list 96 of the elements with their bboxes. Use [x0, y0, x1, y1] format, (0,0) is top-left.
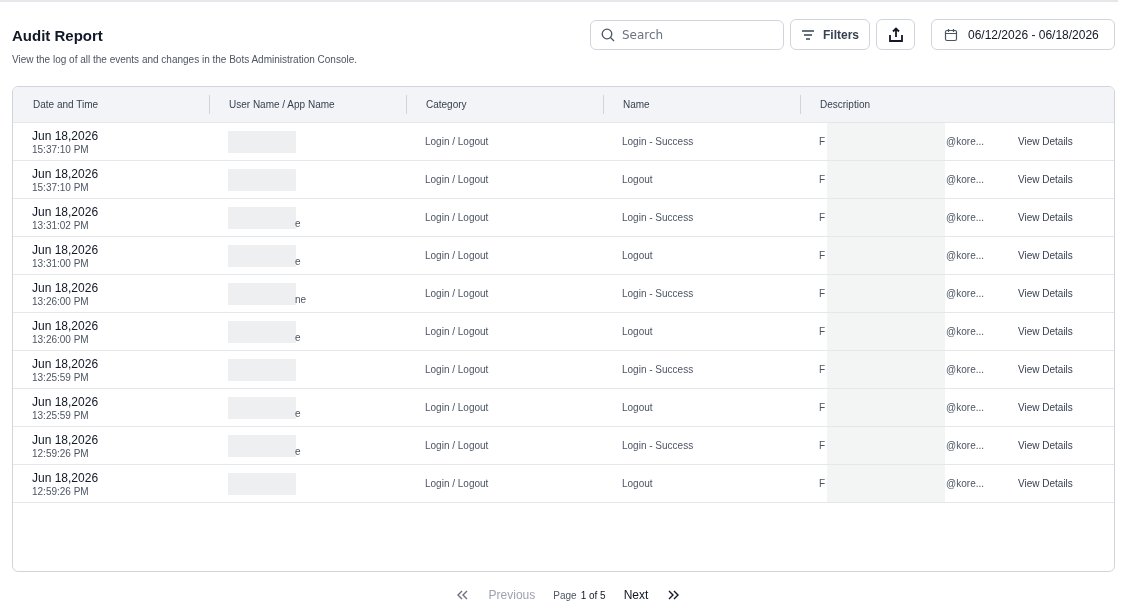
time-text: 13:26:00 PM [32, 333, 89, 345]
time-text: 13:25:59 PM [32, 371, 89, 383]
search-icon [601, 27, 615, 42]
table-cell: Login / Logout [425, 174, 489, 185]
table-cell: Login - Success [622, 212, 694, 223]
date-text: Jun 18,2026 [32, 166, 99, 181]
page-label: Page [553, 589, 577, 601]
table-cell: e [295, 445, 301, 457]
table-cell: F [819, 288, 826, 299]
table-cell: F [819, 364, 826, 375]
table-cell: Logout [622, 402, 653, 413]
column-header: Name [623, 99, 650, 110]
table-cell: @kore... [946, 212, 985, 223]
page-subtitle: View the log of all the events and changes in the Bots Administration Console. [12, 54, 358, 65]
table-cell: Login / Logout [425, 212, 489, 223]
search-field[interactable]: Search [590, 19, 784, 50]
table-cell: Login / Logout [425, 364, 489, 375]
double-chevron-left-icon [456, 590, 469, 600]
table-cell: @kore... [946, 136, 985, 147]
view-details-link[interactable]: View Details [1018, 478, 1073, 489]
date-text: Jun 18,2026 [32, 128, 99, 143]
view-details-link[interactable]: View Details [1018, 212, 1073, 223]
table-cell: Login / Logout [425, 136, 489, 147]
table-cell: Login / Logout [425, 288, 489, 299]
table-cell: ne [295, 293, 307, 305]
table-cell: F [819, 326, 826, 337]
table-cell: F [819, 136, 826, 147]
table-cell: @kore... [946, 440, 985, 451]
date-text: Jun 18,2026 [32, 280, 99, 295]
time-text: 13:31:02 PM [32, 219, 89, 231]
calendar-icon [944, 27, 958, 42]
table-cell: F [819, 212, 826, 223]
table-cell: Login - Success [622, 364, 694, 375]
view-details-link[interactable]: View Details [1018, 136, 1073, 147]
table-cell: Login / Logout [425, 402, 489, 413]
table-cell: @kore... [946, 326, 985, 337]
time-text: 13:31:00 PM [32, 257, 89, 269]
table-cell: Login - Success [622, 136, 694, 147]
table-cell: F [819, 440, 826, 451]
time-text: 12:59:26 PM [32, 447, 89, 459]
table-cell: F [819, 478, 826, 489]
table-cell: Login / Logout [425, 478, 489, 489]
filters-button[interactable]: Filters [790, 19, 870, 50]
next-button[interactable]: Next [617, 586, 655, 604]
date-text: Jun 18,2026 [32, 394, 99, 409]
table-cell: Logout [622, 250, 653, 261]
upload-icon [887, 26, 904, 43]
table-cell: Logout [622, 174, 653, 185]
date-text: Jun 18,2026 [32, 204, 99, 219]
table-cell: F [819, 250, 826, 261]
view-details-link[interactable]: View Details [1018, 440, 1073, 451]
table-cell: F [819, 402, 826, 413]
table-cell: @kore... [946, 478, 985, 489]
view-details-link[interactable]: View Details [1018, 174, 1073, 185]
table-cell: F [819, 174, 826, 185]
export-button[interactable] [876, 19, 915, 50]
double-chevron-right-icon [668, 590, 681, 600]
table-cell: Login - Success [622, 288, 694, 299]
table-cell: Login / Logout [425, 326, 489, 337]
column-header: Description [820, 99, 871, 110]
table-cell: @kore... [946, 402, 985, 413]
table-cell: Login / Logout [425, 250, 489, 261]
view-details-link[interactable]: View Details [1018, 326, 1073, 337]
page-indicator: 1 of 5 [580, 589, 606, 601]
view-details-link[interactable]: View Details [1018, 288, 1073, 299]
table-cell: e [295, 255, 301, 267]
table-cell: @kore... [946, 174, 985, 185]
view-details-link[interactable]: View Details [1018, 402, 1073, 413]
table-cell: e [295, 407, 301, 419]
column-header: Category [426, 99, 467, 110]
time-text: 15:37:10 PM [32, 143, 89, 155]
table-cell: Logout [622, 326, 653, 337]
filter-icon [801, 28, 815, 41]
column-header: Date and Time [33, 99, 99, 110]
page-title: Audit Report [12, 27, 104, 44]
date-text: Jun 18,2026 [32, 318, 99, 333]
time-text: 12:59:26 PM [32, 485, 89, 497]
date-text: Jun 18,2026 [32, 356, 99, 371]
table-cell: @kore... [946, 288, 985, 299]
date-text: Jun 18,2026 [32, 242, 99, 257]
column-header: User Name / App Name [229, 99, 335, 110]
table-cell: Login - Success [622, 440, 694, 451]
table-cell: Login / Logout [425, 440, 489, 451]
time-text: 15:37:10 PM [32, 181, 89, 193]
view-details-link[interactable]: View Details [1018, 250, 1073, 261]
table-cell: e [295, 217, 301, 229]
table-cell: Logout [622, 478, 653, 489]
time-text: 13:25:59 PM [32, 409, 89, 421]
table-cell: @kore... [946, 364, 985, 375]
date-text: Jun 18,2026 [32, 432, 99, 447]
table-cell: @kore... [946, 250, 985, 261]
date-range-picker[interactable]: 06/12/2026 - 06/18/2026 [931, 19, 1115, 50]
view-details-link[interactable]: View Details [1018, 364, 1073, 375]
table-cell: e [295, 331, 301, 343]
date-text: Jun 18,2026 [32, 470, 99, 485]
time-text: 13:26:00 PM [32, 295, 89, 307]
